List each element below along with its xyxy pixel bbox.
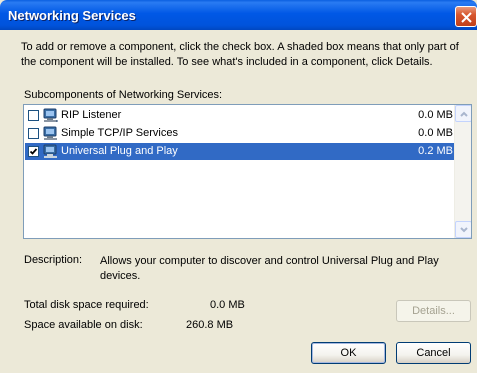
ok-button[interactable]: OK (311, 342, 386, 364)
subcomponents-label: Subcomponents of Networking Services: (24, 89, 223, 101)
scroll-down-button[interactable] (455, 221, 471, 238)
list-item-label: Universal Plug and Play (61, 145, 178, 157)
scroll-up-button[interactable] (455, 105, 471, 122)
instructions-text: To add or remove a component, click the … (21, 41, 459, 68)
list-item-size: 0.2 MB (418, 145, 453, 157)
description-label: Description: (24, 254, 83, 266)
list-item-size: 0.0 MB (418, 109, 453, 121)
list-item-rip-listener[interactable]: RIP Listener 0.0 MB (25, 107, 455, 124)
chevron-up-icon (460, 111, 468, 117)
chevron-down-icon (460, 227, 468, 233)
simple-tcpip-checkbox[interactable] (28, 128, 39, 139)
network-computer-icon (43, 108, 58, 122)
list-item-simple-tcpip-services[interactable]: Simple TCP/IP Services 0.0 MB (25, 125, 455, 142)
subcomponents-list[interactable]: RIP Listener 0.0 MB Simple TCP/IP Servic… (23, 104, 472, 239)
title-bar[interactable]: Networking Services (0, 0, 477, 30)
rip-listener-checkbox[interactable] (28, 110, 39, 121)
details-button[interactable]: Details... (396, 300, 471, 322)
networking-services-dialog: Networking Services To add or remove a c… (0, 0, 477, 373)
disk-required-label: Total disk space required: (24, 299, 149, 311)
list-item-size: 0.0 MB (418, 127, 453, 139)
list-scrollbar[interactable] (454, 105, 471, 238)
window-title: Networking Services (8, 8, 136, 23)
description-text: Allows your computer to discover and con… (100, 255, 439, 282)
close-icon (461, 12, 472, 23)
list-item-label: RIP Listener (61, 109, 122, 121)
network-computer-icon (43, 144, 57, 158)
upnp-checkbox[interactable] (28, 146, 39, 157)
disk-available-value: 260.8 MB (186, 319, 234, 331)
list-item-universal-plug-and-play[interactable]: Universal Plug and Play 0.2 MB (25, 143, 455, 160)
close-button[interactable] (455, 6, 477, 27)
list-item-label: Simple TCP/IP Services (61, 127, 178, 139)
disk-required-value: 0.0 MB (210, 299, 245, 311)
disk-available-label: Space available on disk: (24, 319, 143, 331)
network-computer-icon (43, 126, 57, 140)
cancel-button[interactable]: Cancel (396, 342, 471, 364)
checkmark-icon (29, 148, 38, 155)
